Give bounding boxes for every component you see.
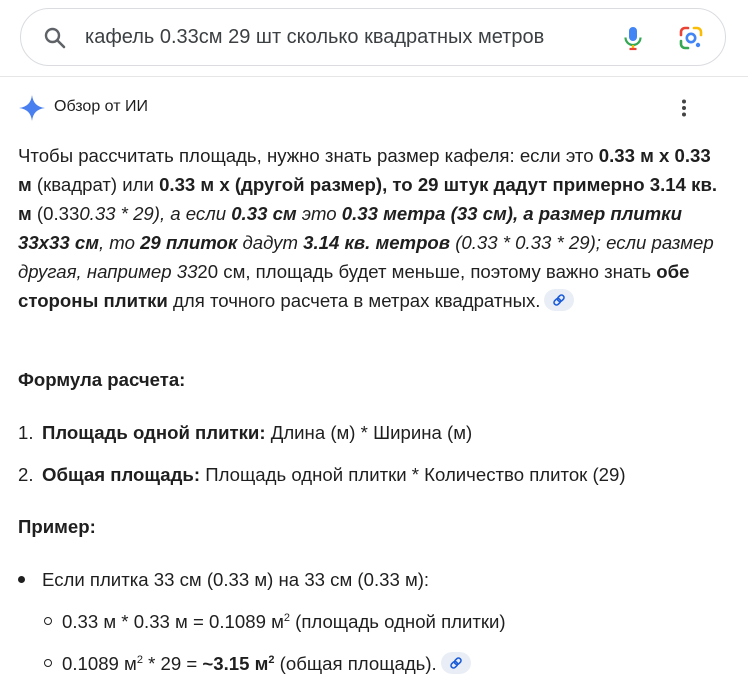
paragraph-segment: 0.33 см — [231, 203, 297, 224]
list-item: 1. Площадь одной плитки: Длина (м) * Шири… — [18, 422, 472, 444]
sub-list-item: 0.1089 м2 * 29 = ~3.15 м2 (общая площадь… — [44, 652, 471, 676]
sub-item-text: 0.33 м * 0.33 м = 0.1089 м — [62, 611, 284, 632]
gemini-spark-icon — [19, 95, 45, 121]
sub-item-text: 0.1089 м — [62, 653, 137, 674]
ai-overview-title: Обзор от ИИ — [54, 98, 148, 115]
divider — [0, 76, 748, 77]
search-bar[interactable]: кафель 0.33см 29 шт сколько квадратных м… — [20, 8, 726, 66]
source-link-chip[interactable] — [440, 652, 471, 675]
example-bullet-text: Если плитка 33 см (0.33 м) на 33 см (0.3… — [42, 569, 430, 590]
sub-bullet-circle — [44, 659, 52, 668]
ai-overview-paragraph: Чтобы рассчитать площадь, нужно знать ра… — [18, 141, 718, 315]
search-icon — [44, 27, 66, 49]
paragraph-segment: , то — [98, 232, 141, 253]
paragraph-segment: Чтобы рассчитать площадь, нужно знать ра… — [18, 145, 599, 166]
paragraph-segment: (0.33 — [31, 203, 80, 224]
bullet-dot — [18, 575, 25, 583]
paragraph-segment: это — [296, 203, 342, 224]
search-query[interactable]: кафель 0.33см 29 шт сколько квадратных м… — [85, 26, 544, 49]
list-item: 2. Общая площадь: Площадь одной плитки * … — [18, 464, 626, 486]
paragraph-segment: 29 плиток — [140, 232, 238, 253]
ai-overview-header: Обзор от ИИ — [18, 94, 730, 122]
paragraph-segment: (квадрат) или — [31, 174, 160, 195]
paragraph-segment: для точного расчета в метрах квадратных. — [167, 290, 541, 311]
list-number: 2. — [18, 464, 34, 485]
example-heading: Пример: — [18, 516, 96, 537]
paragraph-segment: 20 см, площадь будет меньше, поэтому важ… — [197, 261, 657, 282]
formula-heading: Формула расчета: — [18, 369, 186, 390]
link-icon — [449, 657, 462, 669]
sub-list-item: 0.33 м * 0.33 м = 0.1089 м2 (площадь одн… — [44, 611, 506, 633]
sub-item-text: * 29 = — [142, 653, 203, 674]
microphone-icon[interactable] — [619, 24, 647, 52]
paragraph-segment: 0.33 * 29), а если — [79, 203, 232, 224]
result-bold: ~3.15 м — [202, 653, 269, 674]
sub-bullet-circle — [44, 617, 52, 626]
list-item-text: Длина (м) * Ширина (м) — [265, 422, 473, 443]
paragraph-segment: дадут — [237, 232, 304, 253]
example-bullet: Если плитка 33 см (0.33 м) на 33 см (0.3… — [18, 569, 429, 591]
paragraph-segment: 3.14 кв. метров — [303, 232, 451, 253]
more-options-icon[interactable] — [674, 98, 694, 118]
sub-item-text: (общая площадь). — [274, 653, 437, 674]
list-number: 1. — [18, 422, 34, 443]
source-link-chip[interactable] — [544, 289, 575, 312]
list-item-bold: Общая площадь: — [42, 464, 201, 485]
list-item-text: Площадь одной плитки * Количество плиток… — [200, 464, 626, 485]
link-icon — [553, 294, 566, 306]
sub-item-text: (площадь одной плитки) — [289, 611, 506, 632]
google-lens-icon[interactable] — [677, 24, 705, 52]
list-item-bold: Площадь одной плитки: — [42, 422, 266, 443]
